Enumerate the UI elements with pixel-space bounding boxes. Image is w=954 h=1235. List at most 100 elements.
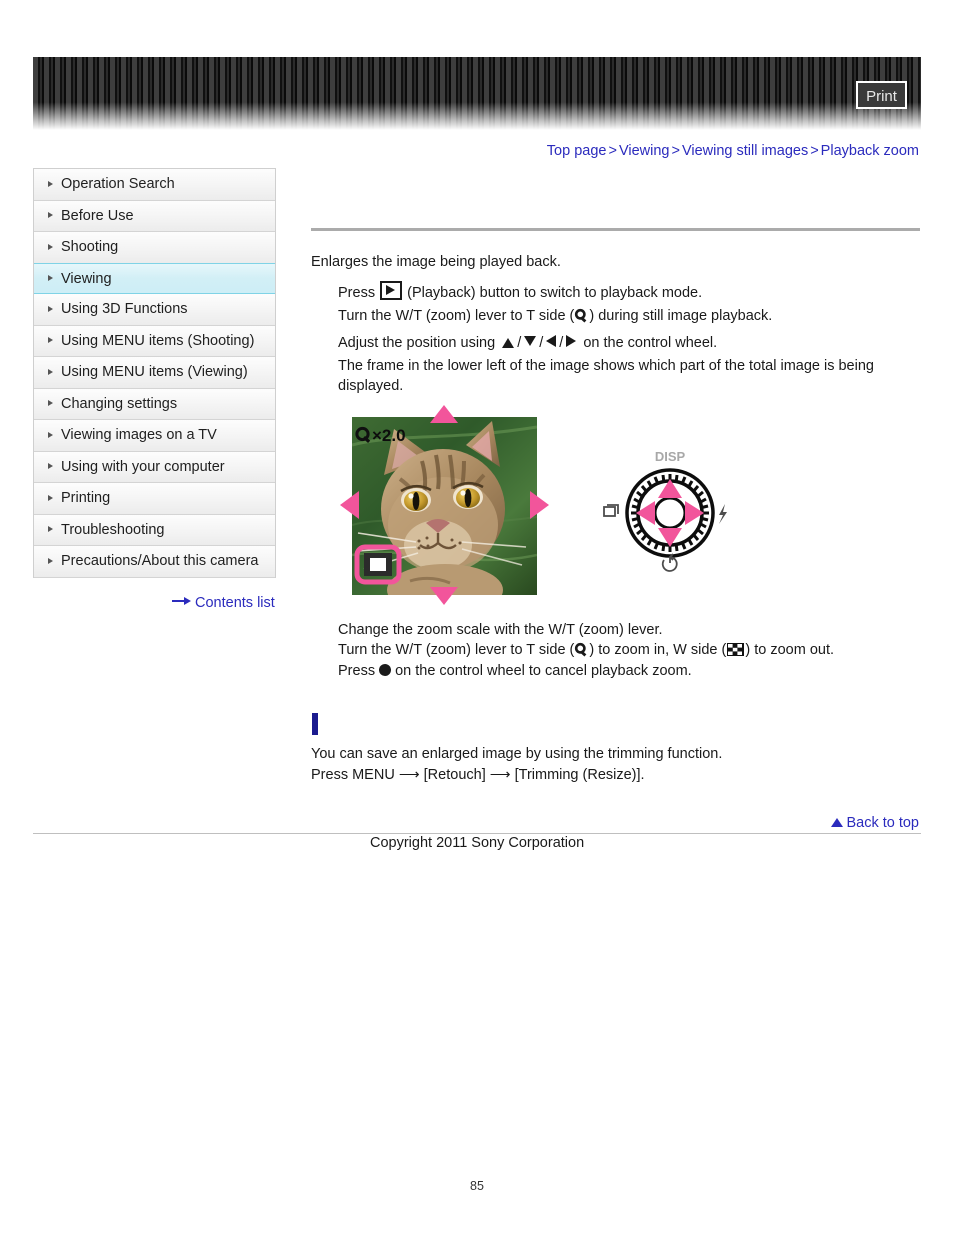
sidebar-item-using-with-your-computer[interactable]: Using with your computer (34, 451, 275, 483)
sidebar-item-label: Shooting (61, 239, 119, 255)
breadcrumb-separator: > (810, 143, 819, 159)
footer-divider (33, 833, 921, 834)
sidebar-item-label: Using 3D Functions (61, 301, 188, 317)
step1-text-after: (Playback) button to switch to playback … (407, 285, 703, 301)
chevron-right-icon (48, 337, 53, 344)
breadcrumb: Top page > Viewing > Viewing still images > Pl… (547, 143, 919, 159)
step3-separator: / (559, 335, 564, 351)
sidebar-item-operation-search[interactable]: Operation Search (34, 169, 275, 201)
intro-text: Enlarges the image being played back. (311, 254, 561, 270)
breadcrumb-item-top-page[interactable]: Top page (547, 143, 607, 159)
chevron-right-icon (48, 212, 53, 219)
index-view-icon (727, 643, 745, 656)
hint2-text-c: [Trimming (Resize)]. (514, 767, 645, 783)
step1-text-before: Press (338, 285, 376, 301)
breadcrumb-item-playback-zoom[interactable]: Playback zoom (821, 143, 919, 159)
arrow-right-icon (566, 335, 577, 347)
hint-arrow-icon: ⟶ (398, 767, 420, 783)
arrow-down-icon (524, 336, 537, 346)
chevron-right-icon (48, 243, 53, 250)
step-turn-zoom-lever: Turn the W/T (zoom) lever to T side () d… (338, 308, 772, 324)
arrow-up-icon (502, 338, 515, 348)
step3-text-before: Adjust the position using (338, 335, 496, 351)
sidebar-item-using-menu-items-viewing[interactable]: Using MENU items (Viewing) (34, 357, 275, 389)
hint2-text-a: Press MENU (311, 767, 395, 783)
step3-separator: / (539, 335, 544, 351)
chevron-right-icon (48, 180, 53, 187)
magnifier-icon (574, 642, 589, 657)
breadcrumb-item-viewing[interactable]: Viewing (619, 143, 670, 159)
magnifier-icon (574, 308, 589, 323)
sidebar-item-label: Viewing images on a TV (61, 427, 217, 443)
illustration-svg: ×2.0 DISP (340, 405, 727, 605)
after2-text-a: Turn the W/T (zoom) lever to T side ( (338, 642, 575, 658)
sidebar-nav: Operation Search Before Use Shooting Vie… (33, 168, 276, 578)
arrow-right-icon (172, 594, 192, 610)
step-adjust-position: Adjust the position using / / / on the con… (338, 335, 717, 351)
contents-list-link[interactable]: Contents list (172, 594, 275, 611)
control-wheel-diagram: DISP (603, 449, 727, 572)
copyright-text: Copyright 2011 Sony Corporation (370, 835, 585, 851)
chevron-right-icon (48, 368, 53, 375)
back-to-top-label: Back to top (846, 815, 919, 831)
zoom-in-out-text: Turn the W/T (zoom) lever to T side () t… (338, 642, 834, 658)
sidebar-item-printing[interactable]: Printing (34, 483, 275, 515)
disp-label: DISP (655, 449, 686, 464)
step3-text-after: on the control wheel. (583, 335, 718, 351)
chevron-right-icon (48, 557, 53, 564)
center-button-icon (379, 664, 392, 676)
chevron-right-icon (48, 431, 53, 438)
sidebar-item-using-3d-functions[interactable]: Using 3D Functions (34, 294, 275, 326)
sidebar-item-using-menu-items-shooting[interactable]: Using MENU items (Shooting) (34, 325, 275, 357)
sidebar-item-label: Before Use (61, 207, 134, 224)
chevron-right-icon (48, 463, 53, 470)
playback-button-icon (380, 281, 403, 300)
back-to-top-link[interactable]: Back to top (831, 815, 919, 831)
chevron-right-icon (48, 494, 53, 501)
pan-arrow-left-icon (340, 491, 359, 519)
arrow-left-icon (546, 335, 557, 347)
contents-list-label: Contents list (195, 595, 275, 611)
sidebar-item-before-use[interactable]: Before Use (34, 200, 275, 232)
sidebar-item-changing-settings[interactable]: Changing settings (34, 388, 275, 420)
print-button[interactable]: Print (856, 81, 907, 109)
hint-text-1: You can save an enlarged image by using … (311, 746, 723, 762)
page-number: 85 (470, 1179, 484, 1193)
breadcrumb-separator: > (671, 143, 680, 159)
header-banner (33, 57, 921, 130)
sidebar-item-label: Printing (61, 490, 111, 506)
svg-text:×2.0: ×2.0 (372, 426, 406, 445)
sidebar-item-troubleshooting[interactable]: Troubleshooting (34, 514, 275, 546)
sidebar-item-shooting[interactable]: Shooting (34, 232, 275, 264)
cancel-zoom-text: Press on the control wheel to cancel play… (338, 663, 692, 679)
sidebar-item-label: Precautions/About this camera (61, 553, 259, 569)
sidebar-item-label: Viewing (61, 270, 112, 287)
sidebar-item-label: Operation Search (61, 176, 175, 192)
after3-text-after: on the control wheel to cancel playback … (395, 663, 692, 679)
sidebar-item-label: Troubleshooting (61, 521, 165, 538)
hint-section-marker (312, 713, 318, 735)
sidebar-item-label: Changing settings (61, 395, 178, 412)
hint2-text-b: [Retouch] (423, 767, 486, 783)
chevron-right-icon (48, 305, 53, 312)
sidebar-item-label: Using MENU items (Shooting) (61, 332, 255, 349)
sidebar-item-viewing-images-on-a-tv[interactable]: Viewing images on a TV (34, 420, 275, 452)
pan-arrow-down-icon (430, 587, 458, 605)
zoom-scale-text: Change the zoom scale with the W/T (zoom… (338, 622, 663, 638)
after3-text-before: Press (338, 663, 376, 679)
flash-icon (719, 504, 727, 524)
sidebar-item-viewing[interactable]: Viewing (34, 262, 275, 294)
sidebar-item-precautions-about-this-camera[interactable]: Precautions/About this camera (34, 546, 275, 578)
chevron-right-icon (48, 526, 53, 533)
breadcrumb-separator: > (608, 143, 617, 159)
step3-separator: / (517, 335, 522, 351)
step-frame-description: The frame in the lower left of the image… (338, 358, 874, 394)
step2-text-before: Turn the W/T (zoom) lever to T side ( (338, 308, 575, 324)
burst-mode-icon (603, 504, 619, 517)
arrow-up-icon (831, 818, 844, 827)
sidebar-item-label: Using MENU items (Viewing) (61, 364, 248, 380)
pan-arrow-right-icon (530, 491, 549, 519)
breadcrumb-item-viewing-still-images[interactable]: Viewing still images (682, 143, 808, 159)
playback-zoom-illustration: ×2.0 DISP (340, 405, 740, 605)
chevron-right-icon (48, 274, 53, 281)
